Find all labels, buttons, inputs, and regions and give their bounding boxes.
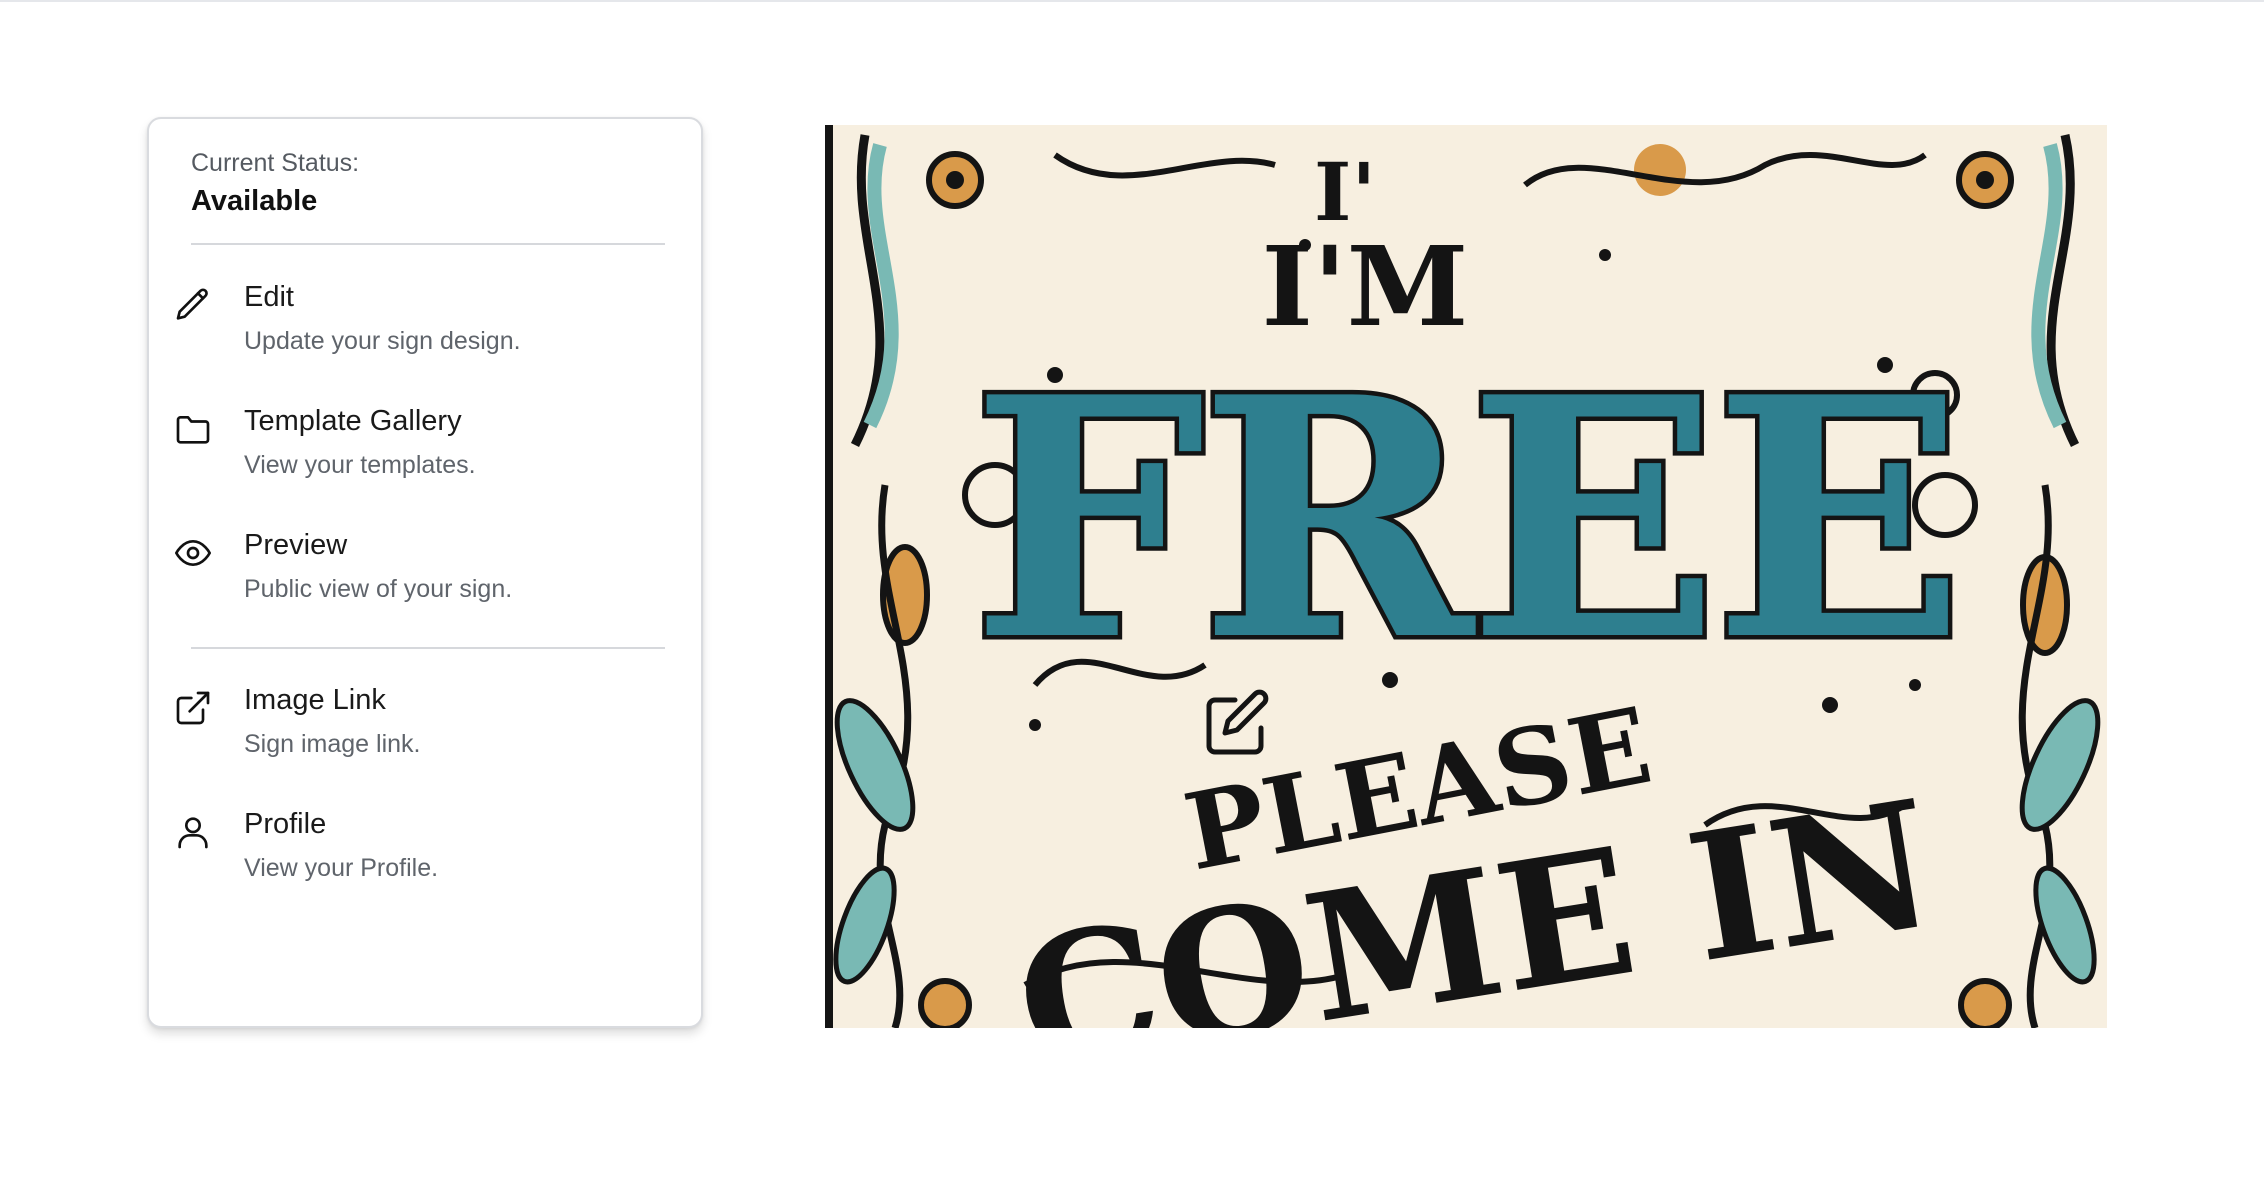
status-label: Current Status:	[191, 149, 360, 177]
eye-icon	[173, 533, 213, 573]
divider	[191, 243, 665, 245]
menu-item-title: Edit	[244, 281, 294, 313]
menu-item-title: Image Link	[244, 684, 386, 716]
menu-item-title: Preview	[244, 529, 348, 561]
menu-item-title: Profile	[244, 808, 327, 840]
menu-item-description: Sign image link.	[244, 730, 421, 758]
menu-item-profile[interactable]: Profile View your Profile.	[173, 808, 673, 912]
status-menu-card: Current Status: Available Edit Update yo…	[147, 117, 703, 1028]
menu-item-description: View your Profile.	[244, 854, 439, 882]
menu-item-description: Public view of your sign.	[244, 575, 513, 603]
menu-item-edit[interactable]: Edit Update your sign design.	[173, 281, 673, 385]
external-link-icon	[173, 688, 213, 728]
sign-image[interactable]: I' I'M FREE PLEASE COME IN	[825, 125, 2107, 1028]
menu-item-image-link[interactable]: Image Link Sign image link.	[173, 684, 673, 788]
status-value: Available	[191, 185, 318, 217]
sign-text-free: FREE	[971, 325, 1959, 713]
menu-item-description: View your templates.	[244, 451, 476, 479]
user-icon	[173, 812, 213, 852]
menu-item-preview[interactable]: Preview Public view of your sign.	[173, 529, 673, 633]
divider	[191, 647, 665, 649]
menu-item-template-gallery[interactable]: Template Gallery View your templates.	[173, 405, 673, 509]
menu-item-description: Update your sign design.	[244, 327, 521, 355]
folder-icon	[173, 409, 213, 449]
pencil-icon	[173, 285, 213, 325]
top-border	[0, 0, 2264, 2]
menu-item-title: Template Gallery	[244, 405, 462, 437]
